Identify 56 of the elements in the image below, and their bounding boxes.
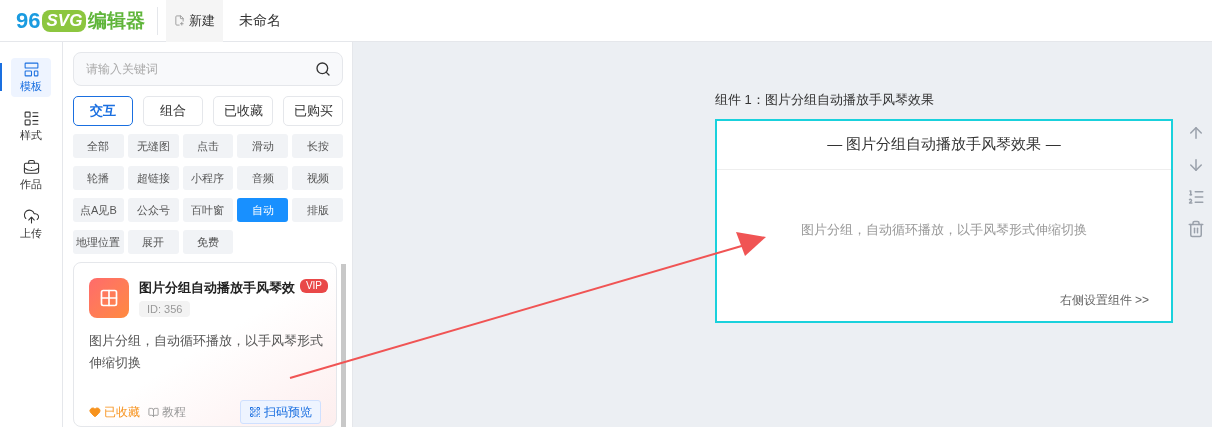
grid-icon: [99, 288, 119, 308]
settings-link[interactable]: 右侧设置组件 >>: [1059, 290, 1149, 309]
sidebar-item[interactable]: 模板: [11, 58, 51, 97]
category-tab[interactable]: 交互: [73, 96, 133, 126]
filter-tag[interactable]: 公众号: [127, 198, 179, 222]
qr-code-icon: [249, 406, 261, 418]
briefcase-icon: [22, 158, 40, 176]
vip-badge: VIP: [299, 279, 328, 293]
sidebar-item[interactable]: 样式: [11, 107, 51, 146]
filter-tag[interactable]: 免费: [182, 230, 234, 254]
new-file-icon: [174, 15, 186, 26]
category-tab[interactable]: 已购买: [283, 96, 343, 126]
filter-tag[interactable]: 百叶窗: [182, 198, 234, 222]
delete-icon[interactable]: [1187, 220, 1205, 238]
category-tab[interactable]: 已收藏: [213, 96, 273, 126]
cloud-upload-icon: [22, 207, 40, 225]
template-description: 图片分组，自动循环播放，以手风琴形式伸缩切换: [89, 333, 324, 372]
logo-badge: SVG: [42, 9, 87, 32]
template-card[interactable]: 图片分组自动播放手风琴效 ID: 356 VIP 图片分组，自动循环播放，以手风琴形式伸缩切换 已收藏 教程 扫码预览: [73, 262, 337, 427]
filter-tag[interactable]: 点A见B: [73, 198, 124, 222]
logo-text: 编辑器: [88, 11, 146, 30]
filter-tag[interactable]: 视频: [292, 166, 343, 190]
component-label: 组件 1：图片分组自动播放手风琴效果: [715, 91, 935, 109]
filter-tag[interactable]: 超链接: [127, 166, 179, 190]
document-title: 未命名: [239, 11, 282, 30]
preview-heading: — 图片分组自动播放手风琴效果 —: [717, 120, 1171, 170]
heart-icon: [89, 406, 101, 418]
filter-tag[interactable]: 展开: [127, 230, 179, 254]
move-down-icon[interactable]: [1187, 156, 1205, 174]
filter-tag[interactable]: 音频: [237, 166, 289, 190]
preview-text: 图片分组，自动循环播放，以手风琴形式伸缩切换: [801, 221, 1087, 240]
scan-preview-button[interactable]: 扫码预览: [240, 400, 321, 424]
layout-icon: [22, 109, 40, 127]
selection-indicator: [0, 63, 2, 91]
filter-tag[interactable]: 滑动: [237, 134, 289, 158]
filter-tag[interactable]: 点击: [182, 134, 234, 158]
template-id: ID: 356: [139, 300, 191, 317]
filter-tag[interactable]: 小程序: [182, 166, 234, 190]
filter-tag[interactable]: 排版: [292, 198, 343, 222]
component-preview[interactable]: — 图片分组自动播放手风琴效果 — 图片分组，自动循环播放，以手风琴形式伸缩切换 右侧设置组件 >>: [715, 118, 1173, 323]
move-up-icon[interactable]: [1187, 124, 1205, 142]
spacing-icon[interactable]: [1187, 188, 1205, 206]
book-icon: [148, 406, 159, 418]
logo-number: 96: [16, 9, 41, 32]
search-icon: [315, 61, 331, 77]
new-button[interactable]: 新建: [166, 0, 224, 42]
sidebar-item[interactable]: 上传: [11, 205, 51, 244]
filter-tag[interactable]: 轮播: [73, 166, 124, 190]
filter-tag[interactable]: 无缝图: [127, 134, 179, 158]
search-field[interactable]: 请输入关键词: [73, 52, 343, 86]
category-tab[interactable]: 组合: [143, 96, 203, 126]
filter-tag[interactable]: 地理位置: [73, 230, 124, 254]
template-title: 图片分组自动播放手风琴效: [139, 279, 295, 297]
filter-tag[interactable]: 全部: [73, 134, 124, 158]
filter-tag[interactable]: 长按: [292, 134, 343, 158]
sidebar-item[interactable]: 作品: [11, 156, 51, 195]
